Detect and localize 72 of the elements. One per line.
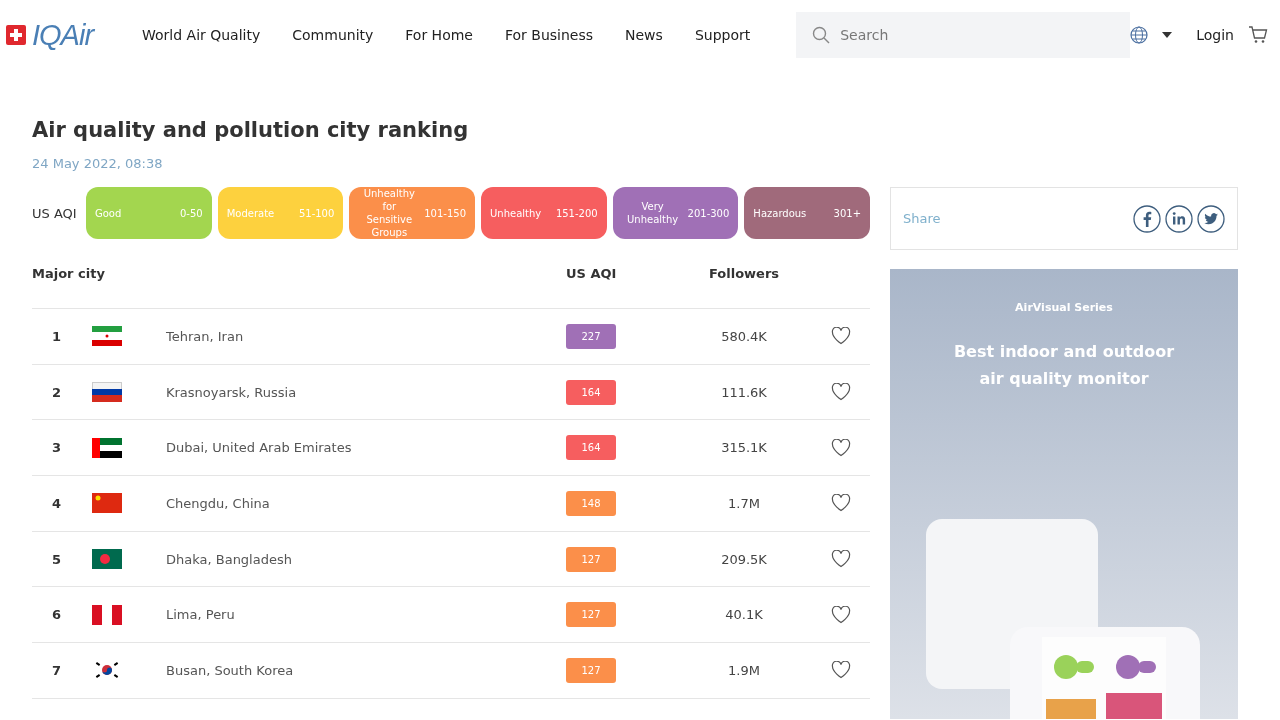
search-icon [812, 26, 831, 44]
aqi-value: 127 [566, 546, 616, 572]
heart-icon[interactable] [831, 550, 851, 569]
flag-icon [92, 326, 122, 347]
flag-icon [92, 382, 122, 403]
aqi-legend-item: Unhealthy for Sensitive Groups 101-150 [349, 187, 475, 239]
followers-count: 40.1K [724, 607, 764, 623]
city-name[interactable]: Chengdu, China [166, 495, 566, 511]
aqi-legend-item: Unhealthy 151-200 [481, 187, 607, 239]
page-title: Air quality and pollution city ranking [32, 118, 470, 142]
rank: 2 [51, 384, 63, 400]
rank: 3 [51, 440, 63, 456]
city-name[interactable]: Dubai, United Arab Emirates [166, 440, 566, 456]
aqi-legend-item: Hazardous 301+ [744, 187, 871, 239]
search-field[interactable]: Search [796, 12, 1131, 58]
nav-link[interactable]: Support [678, 27, 767, 43]
login-link[interactable]: Login [1196, 27, 1234, 43]
nav-link[interactable]: World Air Quality [126, 27, 277, 43]
ad-headline: Best indoor and outdoor air quality monitor [952, 341, 1176, 390]
flag-icon [92, 604, 122, 625]
aqi-value: 227 [566, 323, 616, 349]
aqi-value: 127 [566, 602, 616, 628]
heart-icon[interactable] [831, 661, 851, 680]
heart-icon[interactable] [831, 383, 851, 402]
heart-icon[interactable] [831, 438, 851, 457]
aqi-value: 164 [566, 379, 616, 405]
ad-kicker: AirVisual Series [1015, 301, 1113, 314]
column-header: Followers [707, 266, 781, 281]
globe-icon[interactable] [1130, 26, 1149, 44]
heart-icon[interactable] [831, 605, 851, 624]
timestamp: 24 May 2022, 08:38 [32, 156, 164, 171]
nav-link[interactable]: Community [276, 27, 390, 43]
column-header: Major city [32, 266, 106, 281]
nav-link[interactable]: News [609, 27, 679, 43]
swiss-cross-icon [6, 25, 26, 45]
heart-icon[interactable] [831, 494, 851, 513]
flag-icon [92, 437, 122, 458]
logo[interactable]: IQAir [32, 18, 94, 52]
aqi-value: 148 [566, 490, 616, 516]
heart-icon[interactable] [831, 327, 851, 346]
twitter-icon[interactable] [1197, 204, 1225, 233]
city-name[interactable]: Dhaka, Bangladesh [166, 551, 566, 567]
followers-count: 1.7M [727, 495, 761, 511]
caret-icon[interactable] [1162, 32, 1173, 38]
flag-icon [92, 549, 122, 570]
rank: 7 [51, 662, 63, 678]
rank: 5 [51, 551, 63, 567]
aqi-value: 127 [566, 657, 616, 683]
city-name[interactable]: Busan, South Korea [166, 662, 566, 678]
followers-count: 580.4K [720, 328, 768, 344]
followers-count: 315.1K [720, 440, 768, 456]
rank: 4 [51, 495, 63, 511]
aqi-value: 164 [566, 435, 616, 461]
column-header: US AQI [566, 266, 618, 281]
aqi-legend-item: Good 0-50 [86, 187, 212, 239]
nav-link[interactable]: For Home [389, 27, 489, 43]
cart-icon[interactable] [1248, 26, 1268, 44]
facebook-icon[interactable] [1133, 204, 1161, 233]
followers-count: 209.5K [720, 551, 768, 567]
legend-label: US AQI [32, 205, 78, 221]
followers-count: 1.9M [727, 662, 761, 678]
linkedin-icon[interactable] [1165, 204, 1193, 233]
city-name[interactable]: Krasnoyarsk, Russia [166, 384, 566, 400]
rank: 6 [51, 607, 63, 623]
share-label: Share [903, 211, 941, 226]
rank: 1 [51, 328, 63, 344]
nav-link[interactable]: For Business [488, 27, 610, 43]
followers-count: 111.6K [720, 384, 768, 400]
city-name[interactable]: Tehran, Iran [166, 328, 566, 344]
flag-icon [92, 493, 122, 514]
city-name[interactable]: Lima, Peru [166, 607, 566, 623]
aqi-legend-item: Moderate 51-100 [217, 187, 344, 239]
